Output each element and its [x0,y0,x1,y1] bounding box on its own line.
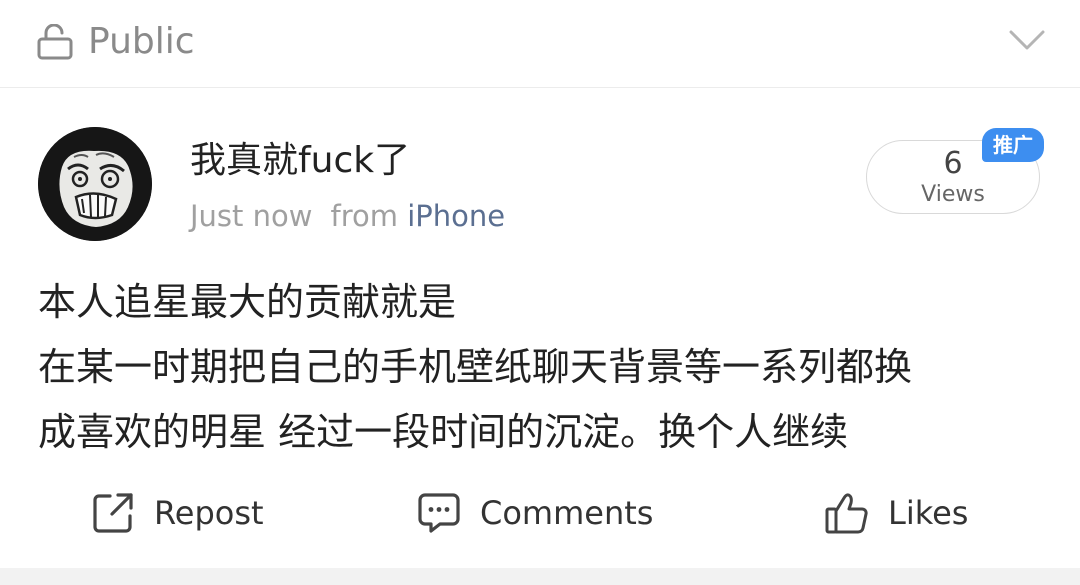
post-body-line: 本人追星最大的贡献就是 [38,280,457,324]
rage-face-icon [38,127,152,241]
from-label: from [330,199,398,233]
thumbs-up-icon [825,493,868,534]
repost-label: Repost [154,494,264,532]
lock-icon [37,24,73,60]
source-link[interactable]: iPhone [407,199,505,233]
comment-icon [418,493,460,533]
likes-label: Likes [888,494,969,532]
comments-label: Comments [480,494,654,532]
post-body-line: 成喜欢的明星 经过一段时间的沉淀。换个人继续 [38,410,849,454]
visibility-bar[interactable]: Public [0,0,1080,88]
feed-divider [0,568,1080,585]
promo-badge[interactable]: 推广 [982,128,1044,162]
author-name[interactable]: 我真就fuck了 [190,138,410,184]
views-label: Views [921,182,985,207]
repost-button[interactable]: Repost [90,478,264,548]
visibility-label: Public [88,21,195,62]
avatar[interactable] [38,127,152,241]
post-meta: Just now from iPhone [190,196,505,236]
repost-icon [93,493,133,533]
post-body-line: 在某一时期把自己的手机壁纸聊天背景等一系列都换 [38,345,913,389]
likes-button[interactable]: Likes [824,478,968,548]
action-bar: Repost Comments Likes [0,478,1080,548]
chevron-down-icon[interactable] [1008,28,1046,52]
post-time: Just now [190,199,313,233]
post-body: 本人追星最大的贡献就是 在某一时期把自己的手机壁纸聊天背景等一系列都换 成喜欢的… [38,270,1038,465]
comments-button[interactable]: Comments [416,478,653,548]
